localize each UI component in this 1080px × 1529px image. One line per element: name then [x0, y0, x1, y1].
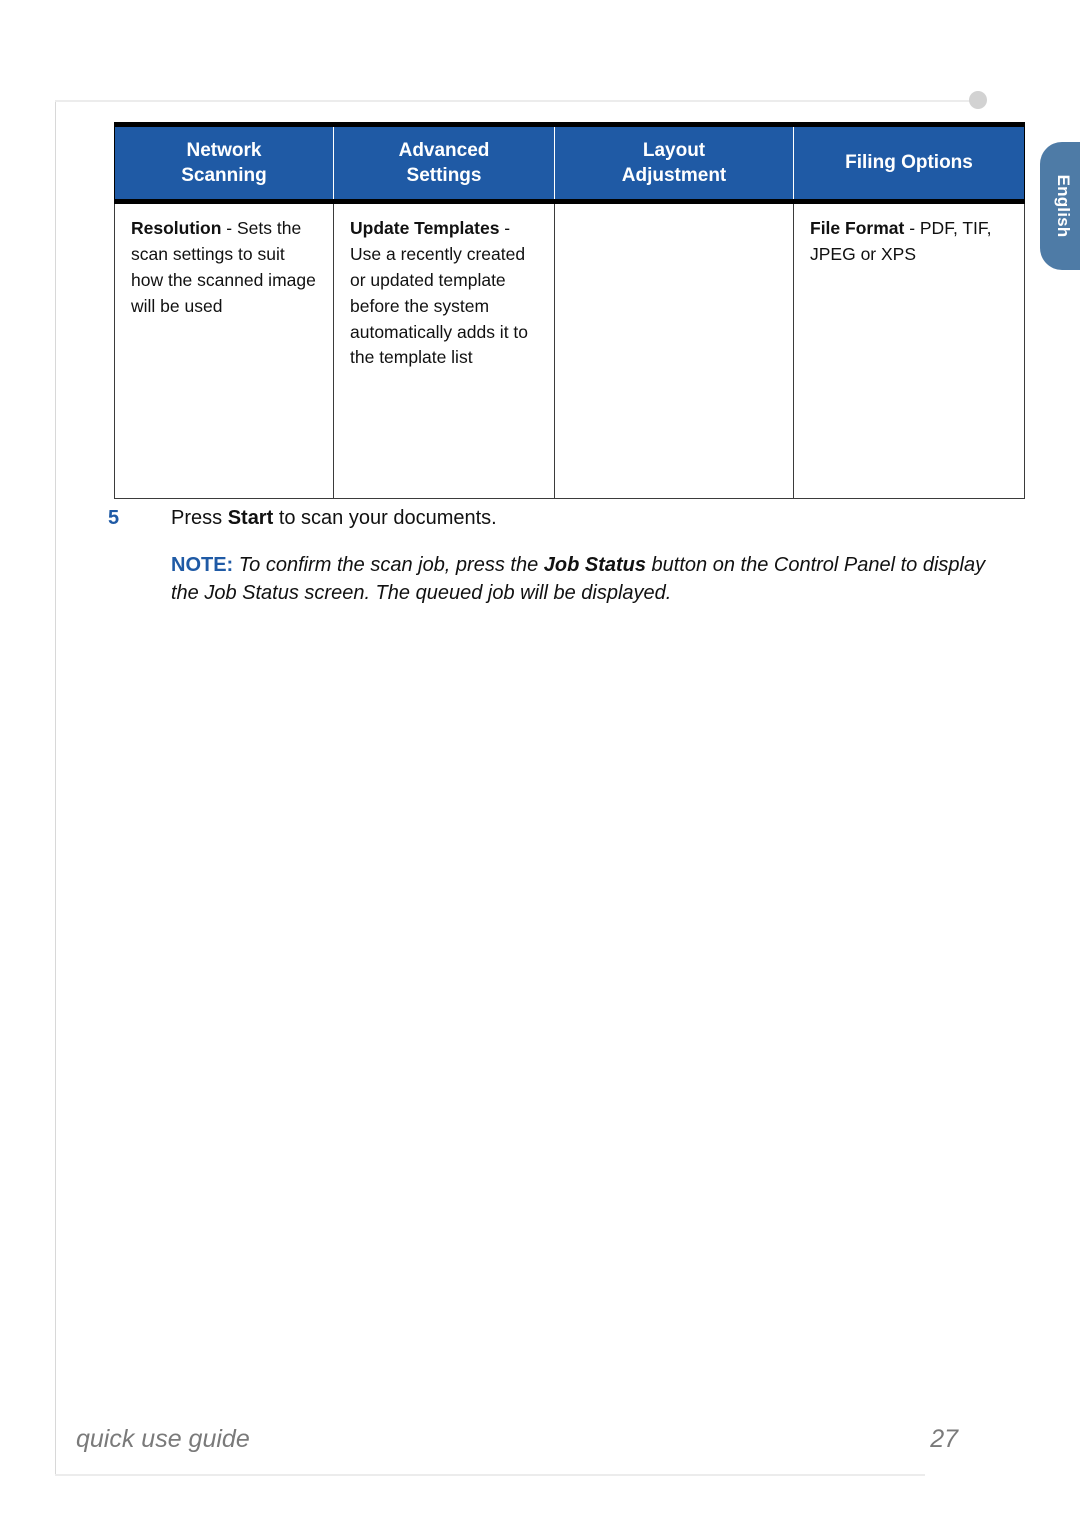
step-block: 5 Press Start to scan your documents.: [108, 504, 998, 532]
step-text: Press Start to scan your documents.: [171, 504, 497, 532]
step-number: 5: [108, 507, 120, 529]
note-text-before: To confirm the scan job, press the: [233, 554, 544, 576]
cell-filing-options: File Format - PDF, TIF, JPEG or XPS: [793, 201, 1025, 499]
column-header-filing-options: Filing Options: [793, 122, 1025, 204]
cell-term: Resolution: [131, 218, 222, 238]
table-header-row: Network Scanning Advanced Settings Layou…: [114, 122, 1025, 204]
page-top-dot-decoration: [969, 91, 987, 109]
cell-term: Update Templates: [350, 218, 500, 238]
step-text-after: to scan your documents.: [273, 507, 497, 529]
column-header-line-1: Advanced: [398, 139, 490, 161]
footer-page-number: 27: [930, 1425, 958, 1453]
cell-network-scanning: Resolution - Sets the scan settings to s…: [114, 201, 334, 499]
step-text-before: Press: [171, 507, 228, 529]
column-header-line-1: Layout: [642, 139, 706, 161]
column-header-line-2: Settings: [406, 165, 482, 186]
table-header: Network Scanning Advanced Settings Layou…: [114, 122, 1025, 204]
table-body: Resolution - Sets the scan settings to s…: [114, 201, 1025, 499]
column-header-advanced-settings: Advanced Settings: [333, 122, 555, 204]
note-block: NOTE: To confirm the scan job, press the…: [171, 551, 991, 608]
scan-options-table: Network Scanning Advanced Settings Layou…: [114, 122, 1025, 499]
footer-title: quick use guide: [76, 1425, 250, 1453]
column-header-line-2: Scanning: [181, 165, 267, 186]
cell-term: File Format: [810, 218, 905, 238]
step-row: 5 Press Start to scan your documents.: [108, 504, 998, 532]
column-header-network-scanning: Network Scanning: [114, 122, 334, 204]
page-left-rule: [55, 100, 56, 1475]
language-tab-english: English: [1040, 142, 1080, 270]
table-row: Resolution - Sets the scan settings to s…: [114, 201, 1025, 499]
step-bold-term: Start: [227, 507, 274, 529]
cell-description: - Use a recently created or updated temp…: [350, 218, 529, 368]
note-label: NOTE:: [171, 554, 234, 576]
cell-layout-adjustment: [554, 201, 794, 499]
column-header-line-1: Network: [186, 139, 262, 161]
note-bold-term: Job Status: [543, 554, 646, 576]
column-header-layout-adjustment: Layout Adjustment: [554, 122, 794, 204]
language-tab-label: English: [1054, 174, 1073, 238]
footer-rule: [55, 1474, 925, 1476]
column-header-line-2: Adjustment: [621, 165, 727, 186]
page-top-rule: [55, 100, 978, 102]
cell-advanced-settings: Update Templates - Use a recently create…: [333, 201, 555, 499]
column-header-line-1: Filing Options: [845, 152, 973, 174]
